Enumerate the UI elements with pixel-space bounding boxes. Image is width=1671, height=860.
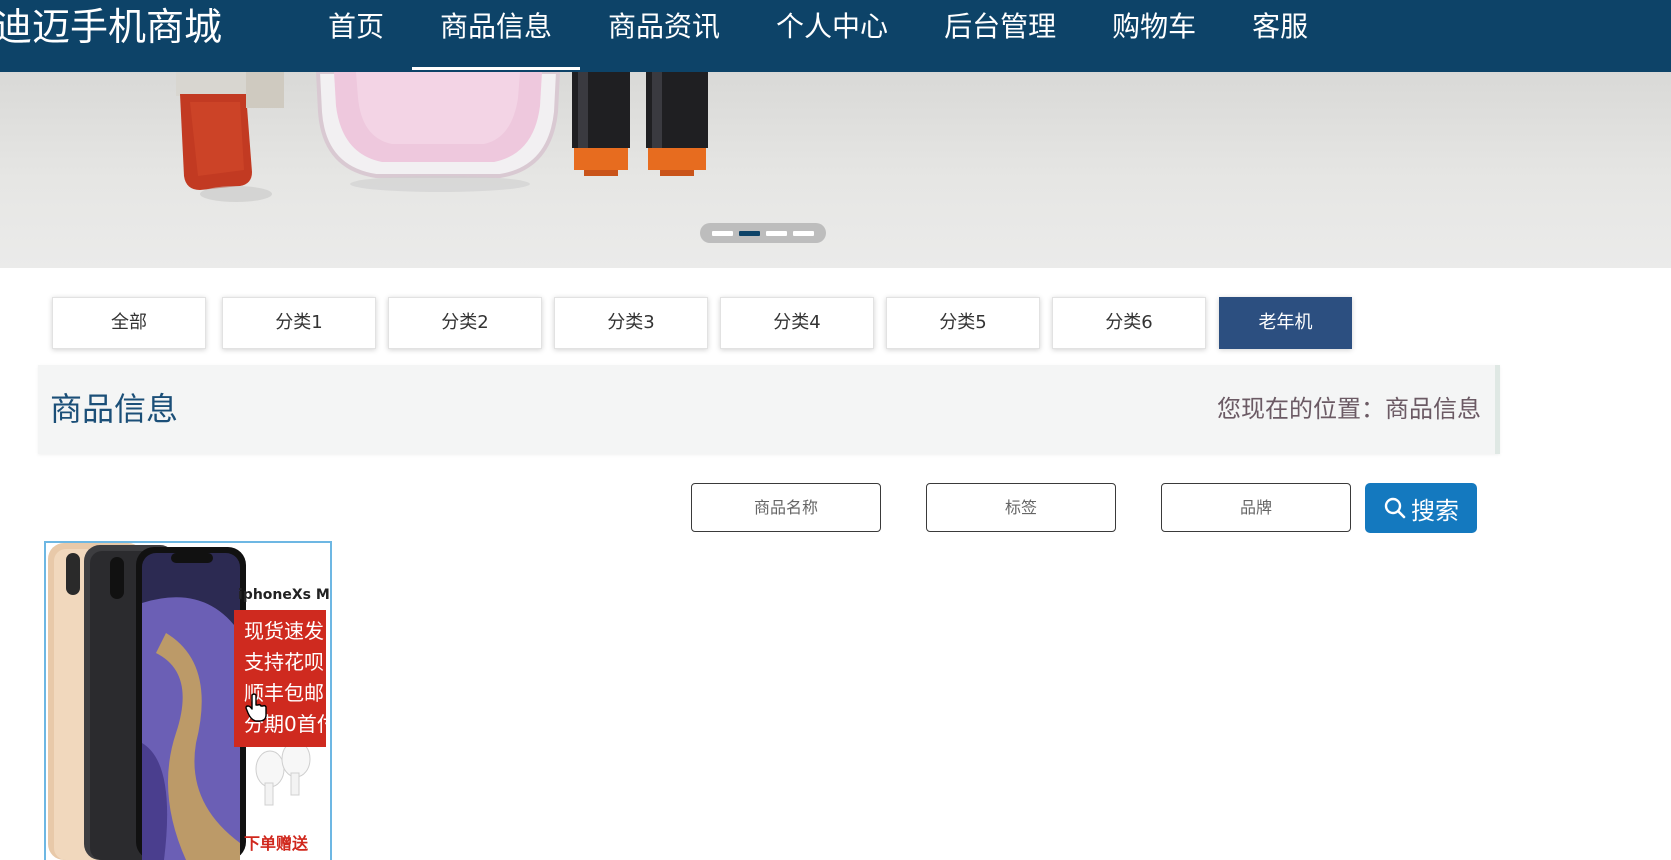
nav-item-products[interactable]: 商品信息 bbox=[412, 0, 581, 70]
hand-cursor-icon bbox=[245, 693, 267, 722]
category-4[interactable]: 分类4 bbox=[720, 297, 874, 349]
search-button-label: 搜索 bbox=[1411, 497, 1459, 525]
ad-line-1: 现货速发 bbox=[244, 619, 324, 643]
search-button[interactable]: 搜索 bbox=[1365, 483, 1477, 533]
carousel-dot-1[interactable] bbox=[712, 230, 733, 236]
nav-item-admin[interactable]: 后台管理 bbox=[916, 0, 1084, 54]
category-1[interactable]: 分类1 bbox=[222, 297, 376, 349]
perfume-image bbox=[315, 72, 561, 192]
search-icon bbox=[1384, 497, 1406, 519]
carousel-dot-4[interactable] bbox=[793, 230, 814, 236]
product-ad-footer: 下单赠送 bbox=[244, 834, 309, 853]
category-5[interactable]: 分类5 bbox=[886, 297, 1040, 349]
nav-item-news[interactable]: 商品资讯 bbox=[580, 0, 748, 54]
nav-item-personal-center[interactable]: 个人中心 bbox=[748, 0, 916, 54]
category-all[interactable]: 全部 bbox=[52, 297, 206, 349]
carousel-dot-3[interactable] bbox=[766, 230, 787, 236]
product-ad-box: 现货速发 支持花呗 顺丰包邮 分期0首付 bbox=[234, 610, 330, 747]
carousel-indicators bbox=[700, 223, 826, 243]
category-6[interactable]: 分类6 bbox=[1052, 297, 1206, 349]
nav-item-service[interactable]: 客服 bbox=[1224, 0, 1336, 54]
top-nav-bar: 迪迈手机商城 首页 商品信息 商品资讯 个人中心 后台管理 购物车 客服 bbox=[0, 0, 1671, 72]
site-logo[interactable]: 迪迈手机商城 bbox=[0, 0, 222, 54]
page-title: 商品信息 bbox=[50, 390, 179, 428]
brand-input[interactable] bbox=[1161, 483, 1351, 532]
banner-carousel[interactable] bbox=[0, 72, 1671, 268]
tag-input[interactable] bbox=[926, 483, 1116, 532]
category-2[interactable]: 分类2 bbox=[388, 297, 542, 349]
nav-item-home[interactable]: 首页 bbox=[300, 0, 412, 54]
main-nav: 首页 商品信息 商品资讯 个人中心 后台管理 购物车 客服 bbox=[300, 0, 1336, 72]
product-name-input[interactable] bbox=[691, 483, 881, 532]
section-title-bar: 商品信息 您现在的位置：商品信息 bbox=[38, 365, 1500, 454]
banner-image bbox=[176, 72, 708, 202]
breadcrumb: 您现在的位置：商品信息 bbox=[1217, 395, 1481, 423]
product-card[interactable]: iphoneXs Max 现货速发 支持花呗 顺丰包邮 分期0首付 下单赠送 bbox=[44, 541, 332, 860]
lipstick-image bbox=[572, 72, 708, 176]
product-ad-title: iphoneXs Max bbox=[238, 587, 330, 603]
nav-item-cart[interactable]: 购物车 bbox=[1084, 0, 1224, 54]
category-elderly-phone[interactable]: 老年机 bbox=[1219, 297, 1352, 349]
watch-image bbox=[176, 72, 284, 202]
ad-line-2: 支持花呗 bbox=[244, 650, 324, 674]
carousel-dot-2[interactable] bbox=[739, 230, 760, 236]
category-3[interactable]: 分类3 bbox=[554, 297, 708, 349]
